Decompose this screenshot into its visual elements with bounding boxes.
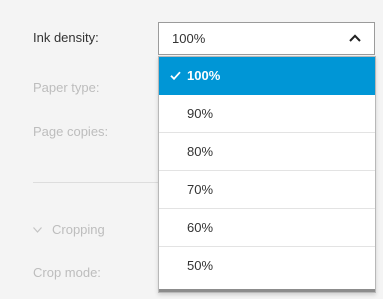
ink-density-option-90[interactable]: 90% [159,95,375,133]
check-icon [170,71,181,80]
ink-density-label: Ink density: [33,30,99,45]
ink-density-select[interactable]: 100% [158,22,375,55]
cropping-section-label[interactable]: Cropping [52,222,105,237]
chevron-down-icon[interactable] [33,227,42,233]
option-label: 80% [187,144,214,159]
option-label: 60% [187,220,214,235]
paper-type-label: Paper type: [33,80,100,95]
option-label: 90% [187,106,214,121]
chevron-up-icon [349,34,361,42]
ink-density-option-60[interactable]: 60% [159,209,375,247]
ink-density-option-50[interactable]: 50% [159,247,375,285]
ink-density-options-list: 100% 90% 80% 70% 60% 50% [158,56,376,293]
option-label: 70% [187,182,214,197]
ink-density-option-100[interactable]: 100% [159,57,375,95]
option-label: 100% [187,68,221,83]
ink-density-option-80[interactable]: 80% [159,133,375,171]
crop-mode-label: Crop mode: [33,265,101,280]
print-settings-panel: Ink density: Paper type: Page copies: Cr… [0,0,383,299]
section-divider [33,182,163,183]
option-label: 50% [187,258,214,273]
ink-density-option-70[interactable]: 70% [159,171,375,209]
page-copies-label: Page copies: [33,124,109,139]
ink-density-value: 100% [172,31,206,46]
list-scroll-edge [159,289,375,292]
